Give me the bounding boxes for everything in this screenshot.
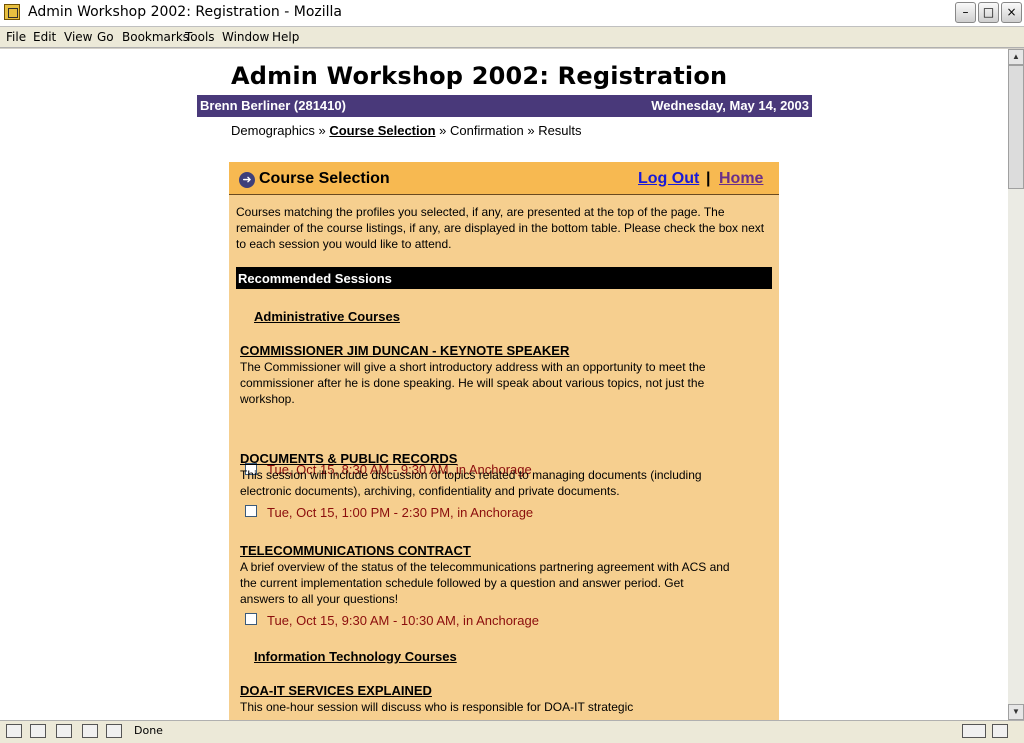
mail-icon[interactable] [30,724,46,738]
session-time: Tue, Oct 15, 9:30 AM - 10:30 AM, in Anch… [267,613,539,628]
menu-bar: File Edit View Go Bookmarks Tools Window… [0,27,1024,48]
course-title: TELECOMMUNICATIONS CONTRACT [240,543,471,558]
user-info-bar: Brenn Berliner (281410) Wednesday, May 1… [197,95,812,117]
course-title: DOA-IT SERVICES EXPLAINED [240,683,432,698]
menu-bookmarks[interactable]: Bookmarks [122,30,189,44]
user-name: Brenn Berliner (281410) [200,98,346,113]
category-administrative: Administrative Courses [254,309,400,324]
breadcrumb-course-selection: Course Selection [329,123,436,138]
logout-link[interactable]: Log Out [638,170,699,188]
panel-title: Course Selection [259,170,390,187]
course-description: The Commissioner will give a short intro… [240,360,706,406]
scroll-down-arrow-icon[interactable]: ▼ [1008,704,1024,720]
breadcrumb-confirmation: Confirmation [450,123,524,138]
course-title: DOCUMENTS & PUBLIC RECORDS [240,451,458,466]
menu-window[interactable]: Window [222,30,269,44]
session-checkbox[interactable] [245,613,257,625]
current-date: Wednesday, May 14, 2003 [651,98,809,113]
breadcrumb-separator: » [527,123,535,138]
security-lock-icon [992,724,1008,738]
home-link[interactable]: Home [719,170,763,188]
course-title: COMMISSIONER JIM DUNCAN - KEYNOTE SPEAKE… [240,343,570,358]
menu-file[interactable]: File [6,30,26,44]
address-book-icon[interactable] [82,724,98,738]
menu-go[interactable]: Go [97,30,114,44]
course-description: This one-hour session will discuss who i… [240,700,634,714]
session-checkbox[interactable] [245,505,257,517]
status-bar: Done [0,720,1024,743]
course-description: This session will include discussion of … [240,468,702,498]
page-title: Admin Workshop 2002: Registration [231,62,728,90]
link-separator: | [706,170,711,187]
scroll-up-arrow-icon[interactable]: ▲ [1008,49,1024,65]
intro-text: Courses matching the profiles you select… [236,205,765,251]
menu-view[interactable]: View [64,30,92,44]
recommended-sessions-label: Recommended Sessions [238,271,392,286]
menu-tools[interactable]: Tools [185,30,215,44]
arrow-right-icon: ➜ [239,172,255,188]
menu-help[interactable]: Help [272,30,299,44]
breadcrumb-separator: » [439,123,447,138]
breadcrumb-demographics: Demographics [231,123,315,138]
window-title: Admin Workshop 2002: Registration - Mozi… [28,4,343,20]
navigator-icon[interactable] [6,724,22,738]
page-viewport: Admin Workshop 2002: Registration Brenn … [0,49,1008,720]
window-title-bar: Admin Workshop 2002: Registration - Mozi… [0,0,1024,27]
composer-icon[interactable] [56,724,72,738]
chat-icon[interactable] [106,724,122,738]
status-text: Done [134,724,163,737]
course-selection-panel: ➜ Course Selection Log Out | Home Course… [229,162,779,720]
session-time: Tue, Oct 15, 1:00 PM - 2:30 PM, in Ancho… [267,505,534,520]
scrollbar-thumb[interactable] [1008,65,1024,189]
course-description: A brief overview of the status of the te… [240,560,730,606]
mozilla-app-icon[interactable] [4,4,20,20]
maximize-button[interactable]: □ [978,2,999,23]
breadcrumb-results: Results [538,123,582,138]
panel-header: ➜ Course Selection Log Out | Home [229,162,779,195]
category-information-technology: Information Technology Courses [254,649,457,664]
recommended-sessions-header: Recommended Sessions [236,267,772,289]
minimize-button[interactable]: – [955,2,976,23]
breadcrumb-separator: » [318,123,326,138]
close-button[interactable]: × [1001,2,1022,23]
vertical-scrollbar[interactable]: ▲ ▼ [1008,49,1024,720]
connection-icon [962,724,986,738]
breadcrumb: Demographics » Course Selection » Confir… [231,123,582,138]
menu-edit[interactable]: Edit [33,30,56,44]
